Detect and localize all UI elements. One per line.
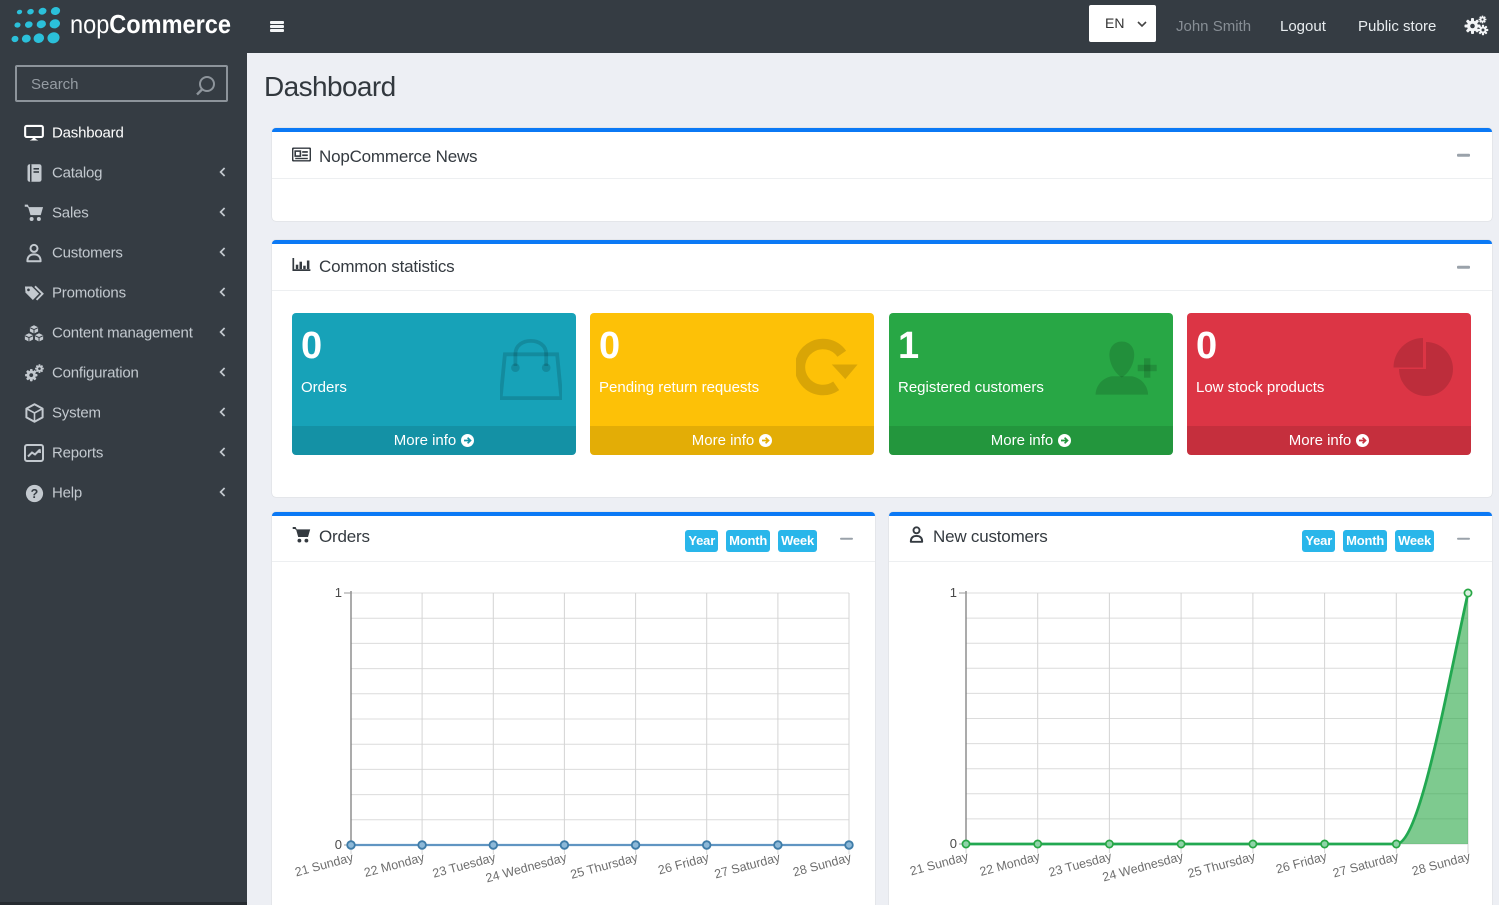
svg-text:25 Thursday: 25 Thursday xyxy=(569,850,640,882)
svg-text:27 Saturday: 27 Saturday xyxy=(1331,849,1400,880)
svg-text:28 Sunday: 28 Sunday xyxy=(1410,849,1472,878)
svg-text:25 Thursday: 25 Thursday xyxy=(1186,849,1257,881)
svg-text:21 Sunday: 21 Sunday xyxy=(293,850,355,879)
svg-text:28 Sunday: 28 Sunday xyxy=(791,850,853,879)
svg-text:22 Monday: 22 Monday xyxy=(978,849,1042,879)
svg-text:24 Wednesday: 24 Wednesday xyxy=(1101,849,1186,884)
svg-text:26 Friday: 26 Friday xyxy=(1274,849,1329,876)
svg-text:0: 0 xyxy=(335,837,342,852)
svg-text:0: 0 xyxy=(950,836,957,851)
svg-text:26 Friday: 26 Friday xyxy=(657,850,712,877)
svg-text:21 Sunday: 21 Sunday xyxy=(908,849,970,878)
svg-text:1: 1 xyxy=(950,585,957,600)
svg-text:24 Wednesday: 24 Wednesday xyxy=(484,850,569,885)
svg-text:1: 1 xyxy=(335,585,342,600)
svg-text:?: ? xyxy=(30,486,38,500)
svg-text:22 Monday: 22 Monday xyxy=(363,850,427,880)
svg-text:27 Saturday: 27 Saturday xyxy=(713,850,782,881)
